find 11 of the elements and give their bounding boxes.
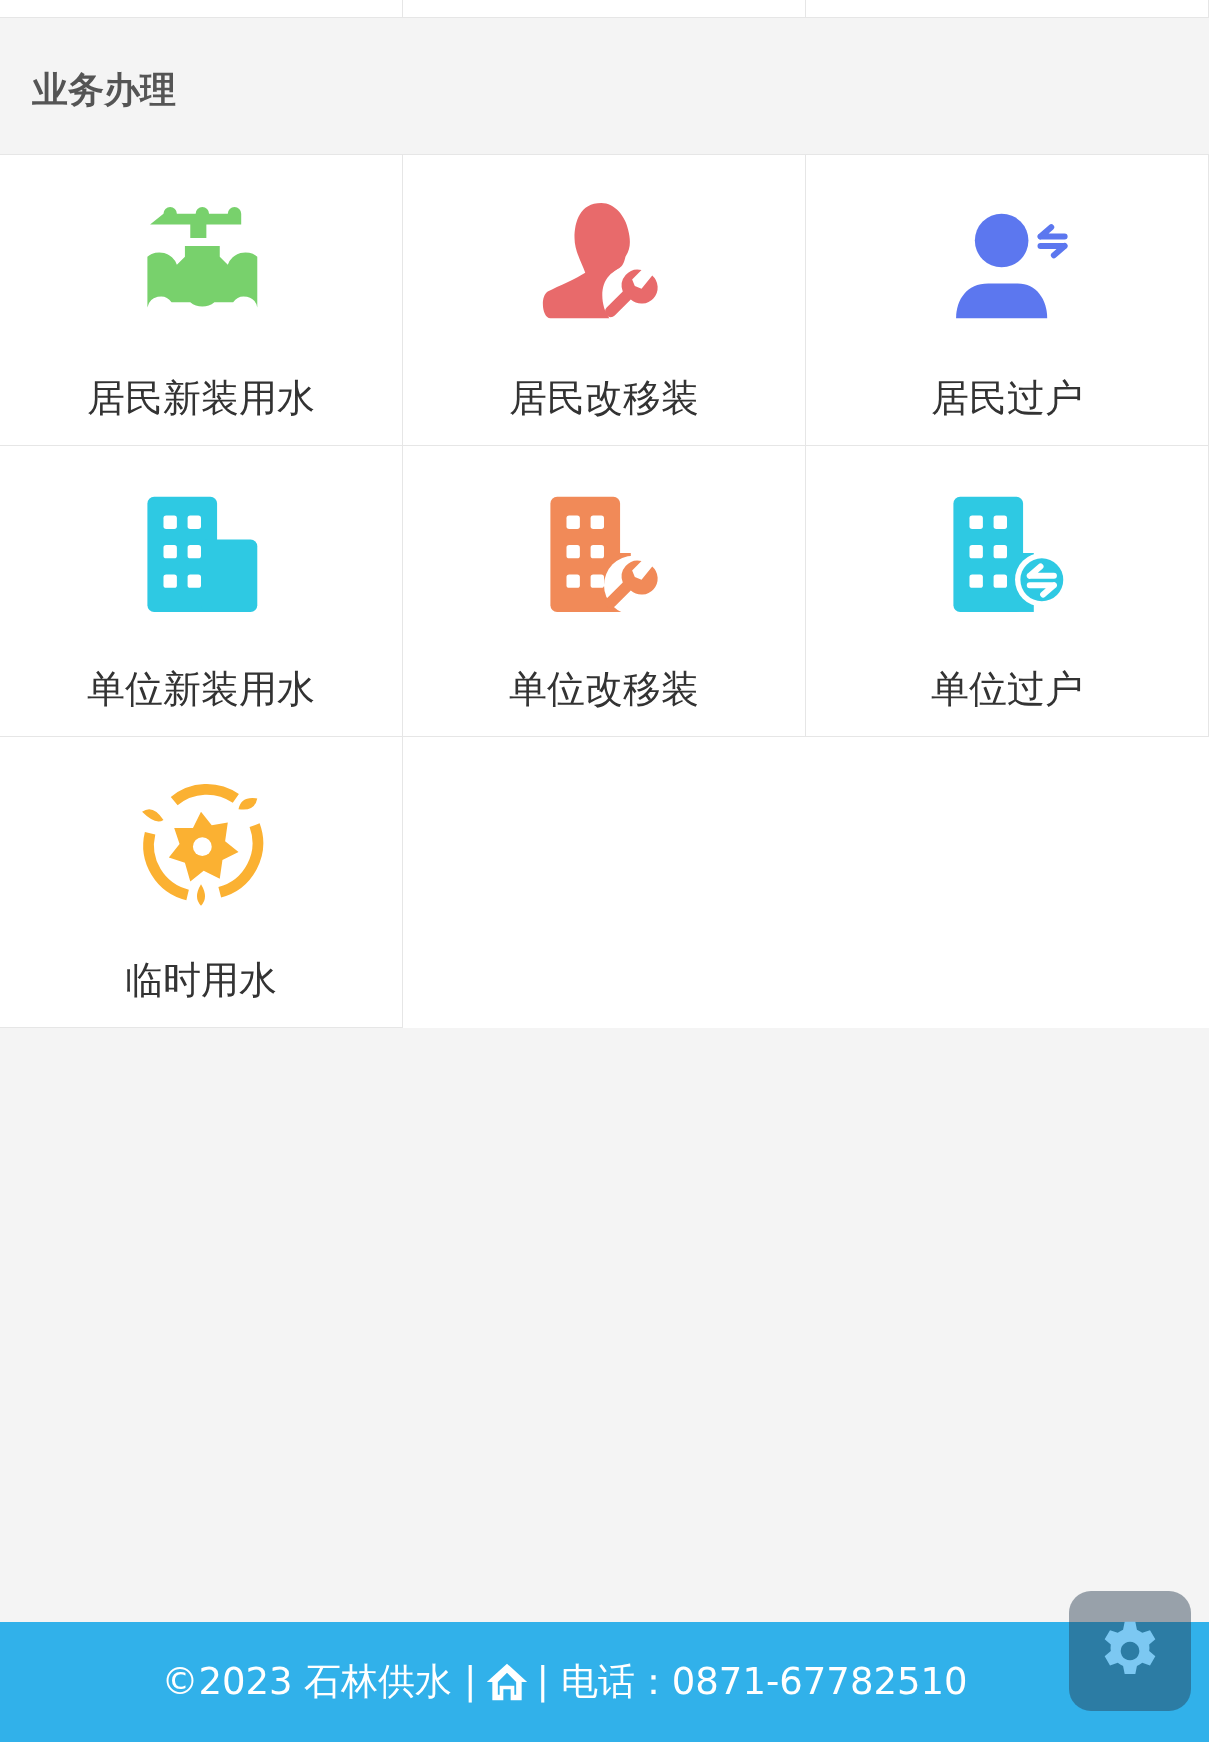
service-tile[interactable]: 单位改移装 [403, 446, 806, 737]
phone-text: | 电话：0871-67782510 [536, 1659, 968, 1705]
service-tile[interactable]: 单位新装用水 [0, 446, 403, 737]
settings-button[interactable] [1069, 1591, 1191, 1711]
service-tile[interactable]: 临时用水 [0, 737, 403, 1028]
service-tile[interactable]: 居民改移装 [403, 155, 806, 446]
service-tile[interactable]: 单位过户 [806, 446, 1209, 737]
section-title: 业务办理 [32, 69, 176, 110]
service-tile[interactable]: 居民过户 [806, 155, 1209, 446]
service-tile[interactable]: 居民新装用水 [0, 155, 403, 446]
copyright-text: ©2023 石林供水 | [161, 1659, 477, 1705]
